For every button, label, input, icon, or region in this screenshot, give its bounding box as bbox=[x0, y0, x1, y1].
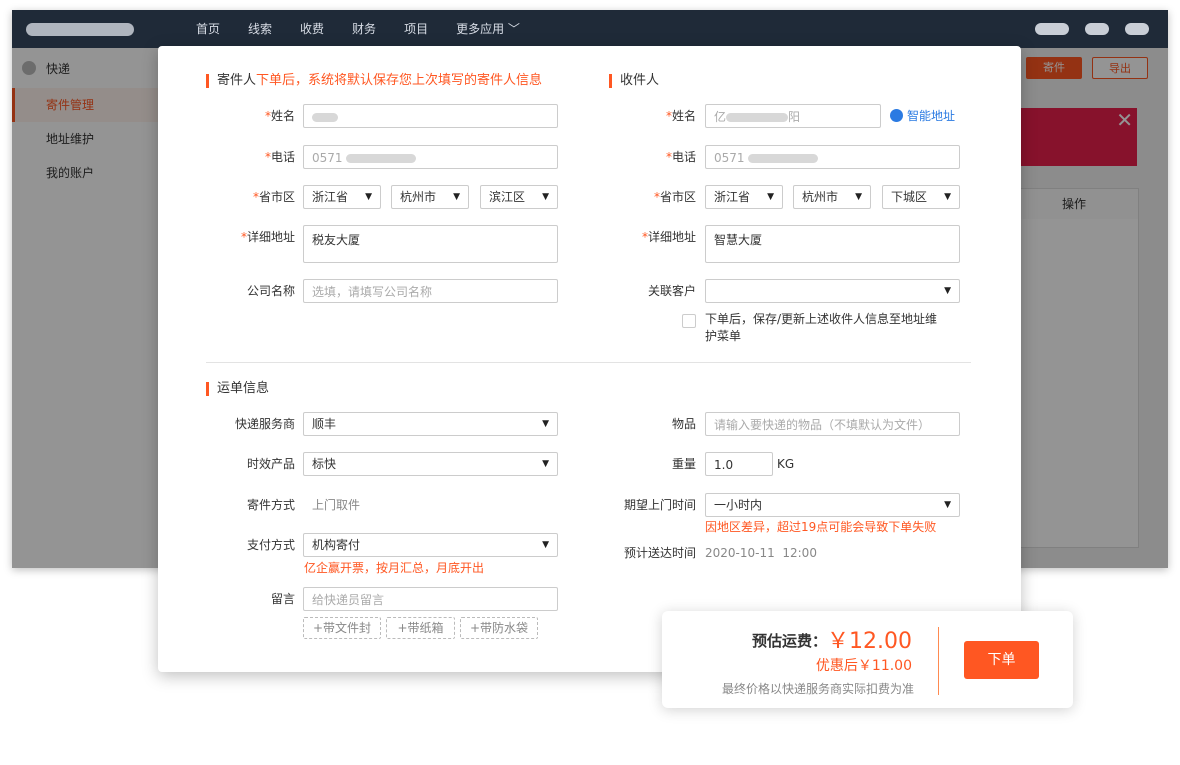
item-label: 物品 bbox=[671, 417, 696, 431]
sender-district-select[interactable]: 滨江区 ▼ bbox=[480, 185, 558, 209]
sender-phone-label: *电话 bbox=[264, 150, 295, 164]
sender-section-title: 寄件人下单后，系统将默认保存您上次填写的寄件人信息 bbox=[206, 74, 542, 88]
eta-label: 预计送达时间 bbox=[623, 546, 696, 560]
tag-file-envelope[interactable]: +带文件封 bbox=[303, 617, 381, 639]
nav-charges[interactable]: 收费 bbox=[286, 10, 338, 48]
caret-down-icon: ▼ bbox=[542, 419, 549, 429]
chevron-down-icon: ﹀ bbox=[507, 22, 520, 36]
caret-down-icon: ▼ bbox=[944, 286, 951, 296]
send-method-value: 上门取件 bbox=[312, 498, 361, 512]
receiver-name-input[interactable]: 亿阳 bbox=[705, 104, 881, 128]
receiver-region-label: *省市区 bbox=[653, 190, 696, 204]
sender-name-label: *姓名 bbox=[264, 109, 295, 123]
caret-down-icon: ▼ bbox=[944, 192, 951, 202]
send-method-label: 寄件方式 bbox=[246, 498, 295, 512]
pickup-warning: 因地区差异，超过19点可能会导致下单失败 bbox=[705, 520, 937, 534]
nav-more-apps[interactable]: 更多应用 ﹀ bbox=[442, 10, 534, 48]
message-input[interactable]: 给快递员留言 bbox=[303, 587, 558, 611]
receiver-province-select[interactable]: 浙江省 ▼ bbox=[705, 185, 783, 209]
settings-pill[interactable] bbox=[1125, 23, 1149, 35]
sender-city-select[interactable]: 杭州市 ▼ bbox=[391, 185, 469, 209]
receiver-district-select[interactable]: 下城区 ▼ bbox=[882, 185, 960, 209]
receiver-phone-input[interactable]: 0571 bbox=[705, 145, 960, 169]
smart-address-link[interactable]: 智能地址 bbox=[890, 106, 955, 126]
notify-pill[interactable] bbox=[1085, 23, 1109, 35]
sender-address-textarea[interactable]: 税友大厦 bbox=[303, 225, 558, 263]
message-label: 留言 bbox=[270, 592, 295, 606]
receiver-section-title: 收件人 bbox=[609, 74, 659, 88]
sender-address-label: *详细地址 bbox=[240, 230, 295, 244]
send-express-modal: 寄件人下单后，系统将默认保存您上次填写的寄件人信息 *姓名 *电话 0571 *… bbox=[158, 46, 1021, 672]
estimated-fee-amount: ￥12.00 bbox=[827, 629, 912, 654]
product-select[interactable]: 标快 ▼ bbox=[303, 452, 558, 476]
blurred-text bbox=[312, 113, 338, 122]
product-label: 时效产品 bbox=[246, 457, 295, 471]
related-customer-select[interactable]: ▼ bbox=[705, 279, 960, 303]
tag-waterproof-bag[interactable]: +带防水袋 bbox=[460, 617, 538, 639]
sender-title: 寄件人 bbox=[217, 73, 257, 88]
pickup-time-label: 期望上门时间 bbox=[623, 498, 696, 512]
caret-down-icon: ▼ bbox=[855, 192, 862, 202]
section-divider bbox=[206, 362, 971, 363]
payment-select[interactable]: 机构寄付 ▼ bbox=[303, 533, 558, 557]
estimated-fee-label: 预估运费： bbox=[752, 632, 828, 650]
item-input[interactable]: 请输入要快递的物品（不填默认为文件） bbox=[705, 412, 960, 436]
save-receiver-text: 下单后，保存/更新上述收件人信息至地址维 护菜单 bbox=[705, 312, 938, 343]
app-logo bbox=[26, 23, 134, 36]
sender-company-input[interactable]: 选填，请填写公司名称 bbox=[303, 279, 558, 303]
sender-hint: 下单后，系统将默认保存您上次填写的寄件人信息 bbox=[256, 73, 543, 88]
nav-projects[interactable]: 项目 bbox=[390, 10, 442, 48]
nav-more-label: 更多应用 bbox=[456, 22, 505, 36]
receiver-address-label: *详细地址 bbox=[641, 230, 696, 244]
sender-province-select[interactable]: 浙江省 ▼ bbox=[303, 185, 381, 209]
payment-label: 支付方式 bbox=[246, 538, 295, 552]
estimated-fee: 预估运费：￥12.00 bbox=[752, 623, 912, 655]
discount-price: 优惠后￥11.00 bbox=[815, 658, 912, 674]
blurred-text bbox=[346, 154, 417, 163]
courier-label: 快递服务商 bbox=[234, 417, 295, 431]
smart-address-icon bbox=[890, 109, 903, 122]
courier-select[interactable]: 顺丰 ▼ bbox=[303, 412, 558, 436]
top-navbar: 首页 线索 收费 财务 项目 更多应用 ﹀ bbox=[12, 10, 1168, 48]
payment-note: 亿企赢开票，按月汇总，月底开出 bbox=[304, 561, 485, 575]
receiver-city-select[interactable]: 杭州市 ▼ bbox=[793, 185, 871, 209]
caret-down-icon: ▼ bbox=[767, 192, 774, 202]
sender-company-label: 公司名称 bbox=[246, 284, 295, 298]
caret-down-icon: ▼ bbox=[944, 500, 951, 510]
main-nav: 首页 线索 收费 财务 项目 更多应用 ﹀ bbox=[182, 10, 534, 48]
waybill-section-title: 运单信息 bbox=[206, 382, 269, 396]
nav-finance[interactable]: 财务 bbox=[338, 10, 390, 48]
caret-down-icon: ▼ bbox=[542, 540, 549, 550]
sender-phone-input[interactable]: 0571 bbox=[303, 145, 558, 169]
weight-label: 重量 bbox=[671, 457, 696, 471]
receiver-phone-label: *电话 bbox=[665, 150, 696, 164]
price-card: 预估运费：￥12.00 优惠后￥11.00 最终价格以快递服务商实际扣费为准 下… bbox=[662, 611, 1073, 708]
price-note: 最终价格以快递服务商实际扣费为准 bbox=[721, 682, 914, 696]
tag-carton[interactable]: +带纸箱 bbox=[386, 617, 455, 639]
nav-leads[interactable]: 线索 bbox=[234, 10, 286, 48]
place-order-button[interactable]: 下单 bbox=[964, 641, 1039, 679]
user-pill[interactable] bbox=[1035, 23, 1069, 35]
receiver-address-textarea[interactable]: 智慧大厦 bbox=[705, 225, 960, 263]
pickup-time-select[interactable]: 一小时内 ▼ bbox=[705, 493, 960, 517]
blurred-text bbox=[748, 154, 819, 163]
sender-region-label: *省市区 bbox=[252, 190, 295, 204]
nav-home[interactable]: 首页 bbox=[182, 10, 234, 48]
caret-down-icon: ▼ bbox=[542, 459, 549, 469]
caret-down-icon: ▼ bbox=[542, 192, 549, 202]
related-customer-label: 关联客户 bbox=[647, 284, 696, 298]
price-divider bbox=[938, 627, 939, 695]
weight-input[interactable]: 1.0 bbox=[705, 452, 773, 476]
weight-unit: KG bbox=[777, 457, 795, 471]
caret-down-icon: ▼ bbox=[453, 192, 460, 202]
eta-value: 2020-10-11 12:00 bbox=[705, 546, 817, 560]
receiver-name-label: *姓名 bbox=[665, 109, 696, 123]
blurred-text bbox=[726, 113, 789, 122]
sender-name-input[interactable] bbox=[303, 104, 558, 128]
caret-down-icon: ▼ bbox=[365, 192, 372, 202]
save-receiver-checkbox[interactable] bbox=[682, 314, 696, 328]
